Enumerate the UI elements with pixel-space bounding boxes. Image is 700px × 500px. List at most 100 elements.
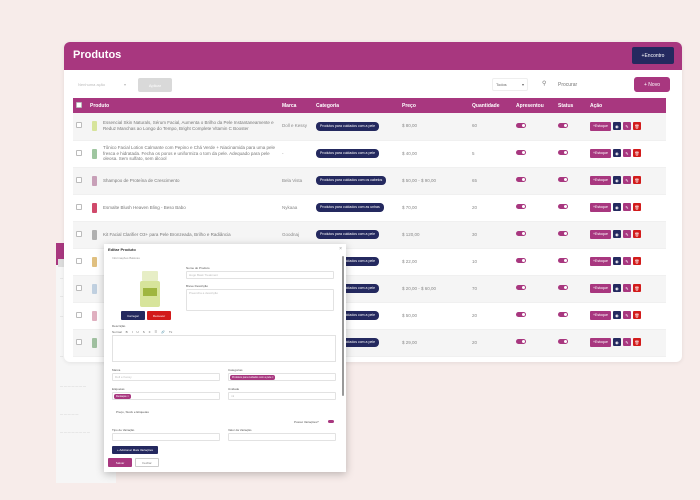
featured-toggle[interactable] [516,258,526,264]
view-icon[interactable]: ◉ [612,338,621,347]
search-input[interactable] [558,78,614,91]
status-toggle[interactable] [558,122,568,128]
upload-image-button[interactable]: Carregar [121,311,145,320]
edit-icon[interactable]: ✎ [622,176,631,185]
col-marca[interactable]: Marca [279,98,313,113]
status-toggle[interactable] [558,339,568,345]
featured-toggle[interactable] [516,285,526,291]
add-stock-button[interactable]: +Estoque [590,121,611,131]
variation-value-select[interactable] [228,433,336,441]
link-icon[interactable]: 🔗 [161,330,165,334]
row-checkbox[interactable] [76,257,82,264]
view-icon[interactable]: ◉ [612,257,621,266]
status-toggle[interactable] [558,258,568,264]
select-all-checkbox[interactable] [76,101,82,108]
featured-toggle[interactable] [516,204,526,210]
bold-icon[interactable]: B [126,330,128,334]
delete-icon[interactable]: 🗑 [632,230,641,239]
row-checkbox[interactable] [76,284,82,291]
remove-image-button[interactable]: Remover [147,311,171,320]
underline-icon[interactable]: U [137,330,139,334]
product-name[interactable]: Essencial Skin Naturals, Sérum Facial, A… [103,120,279,132]
close-icon[interactable]: × [339,246,342,252]
row-checkbox[interactable] [76,311,82,318]
category-tag[interactable]: Produtos para cuidados com a pele × [230,375,276,380]
tag-chip[interactable]: Destaque × [114,394,131,399]
status-toggle[interactable] [558,150,568,156]
row-checkbox[interactable] [76,203,82,210]
row-checkbox[interactable] [76,338,82,345]
delete-icon[interactable]: 🗑 [632,338,641,347]
status-toggle[interactable] [558,285,568,291]
short-desc-input[interactable]: Preencha a descrição [186,289,334,311]
edit-icon[interactable]: ✎ [622,230,631,239]
status-toggle[interactable] [558,312,568,318]
italic-icon[interactable]: I [132,330,133,334]
add-variations-button[interactable]: + Adicionar Mais Variações [112,446,158,454]
edit-icon[interactable]: ✎ [622,338,631,347]
product-name-input[interactable]: Hugo Bask Treatment [186,271,334,279]
product-name[interactable]: Esmalte Blush Heaven Bling - Beso Babo [103,205,279,211]
close-button[interactable]: Fechar [135,458,159,467]
add-stock-button[interactable]: +Estoque [590,230,611,239]
row-checkbox[interactable] [76,149,82,156]
featured-toggle[interactable] [516,150,526,156]
delete-icon[interactable]: 🗑 [632,149,641,158]
add-stock-button[interactable]: +Estoque [590,257,611,266]
row-checkbox[interactable] [76,230,82,237]
add-stock-button[interactable]: +Estoque [590,311,611,320]
col-quantidade[interactable]: Quantidade [469,98,513,113]
view-icon[interactable]: ◉ [612,203,621,212]
save-button[interactable]: Salvar [108,458,132,467]
status-toggle[interactable] [558,177,568,183]
product-name[interactable]: Tônico Facial Lotion Calmante com Pepino… [103,145,279,163]
edit-icon[interactable]: ✎ [622,149,631,158]
view-icon[interactable]: ◉ [612,122,621,131]
add-stock-button[interactable]: +Estoque [590,176,611,185]
edit-icon[interactable]: ✎ [622,257,631,266]
view-icon[interactable]: ◉ [612,149,621,158]
status-toggle[interactable] [558,231,568,237]
col-categoria[interactable]: Categoria [313,98,399,113]
add-stock-button[interactable]: +Estoque [590,284,611,293]
col-status[interactable]: Status [555,98,587,113]
description-editor[interactable] [112,335,336,362]
featured-toggle[interactable] [516,312,526,318]
add-stock-button[interactable]: +Estoque [590,203,611,212]
clear-format-icon[interactable]: Tx [169,330,172,334]
col-produto[interactable]: Produto [87,98,279,113]
delete-icon[interactable]: 🗑 [632,257,641,266]
bulk-action-select[interactable]: Nenhuma ação ▾ [78,79,126,89]
new-product-button[interactable]: + Novo [634,77,670,92]
featured-toggle[interactable] [516,177,526,183]
delete-icon[interactable]: 🗑 [632,176,641,185]
featured-toggle[interactable] [516,339,526,345]
status-filter-select[interactable]: Todos ▾ [492,78,528,91]
view-icon[interactable]: ◉ [612,176,621,185]
delete-icon[interactable]: 🗑 [632,284,641,293]
unit-select[interactable]: ml [228,392,336,400]
edit-icon[interactable]: ✎ [622,284,631,293]
edit-icon[interactable]: ✎ [622,311,631,320]
view-icon[interactable]: ◉ [612,284,621,293]
featured-toggle[interactable] [516,231,526,237]
delete-icon[interactable]: 🗑 [632,203,641,212]
variation-type-select[interactable] [112,433,220,441]
add-stock-button[interactable]: +Estoque [590,149,611,158]
row-checkbox[interactable] [76,122,82,129]
delete-icon[interactable]: 🗑 [632,311,641,320]
ordered-list-icon[interactable]: ≡ [149,330,151,334]
view-icon[interactable]: ◉ [612,311,621,320]
apply-button[interactable]: Aplicar [138,78,172,92]
encontro-button[interactable]: +Encontro [632,47,674,64]
strike-icon[interactable]: S [143,330,145,334]
col-preco[interactable]: Preço [399,98,469,113]
row-checkbox[interactable] [76,176,82,183]
add-stock-button[interactable]: +Estoque [590,338,611,347]
product-name[interactable]: Kit Facial Clarifier O3+ para Pele Bronz… [103,232,279,238]
status-toggle[interactable] [558,204,568,210]
edit-icon[interactable]: ✎ [622,122,631,131]
format-select[interactable]: Normal [112,330,122,334]
featured-toggle[interactable] [516,122,526,128]
modal-scrollbar[interactable] [342,256,344,396]
